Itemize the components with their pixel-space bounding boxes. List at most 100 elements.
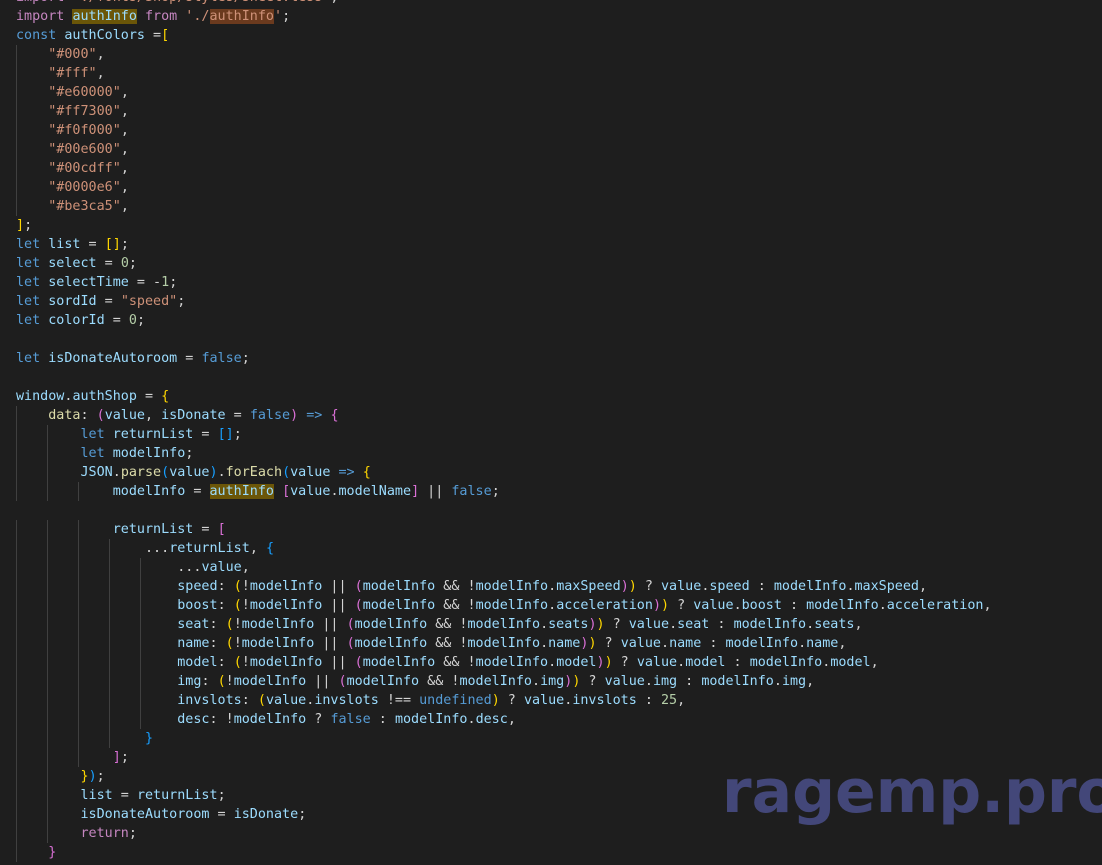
code-line[interactable]: let isDonateAutoroom = false; xyxy=(0,349,1102,368)
code-token: ... xyxy=(16,541,170,556)
code-token: maxSpeed xyxy=(556,579,621,594)
code-line[interactable]: const authColors =[ xyxy=(0,26,1102,45)
code-token: . xyxy=(540,636,549,651)
code-line[interactable]: desc: !modelInfo ? false : modelInfo.des… xyxy=(0,710,1102,729)
code-token: . xyxy=(217,465,226,480)
code-token: model xyxy=(177,655,218,670)
code-token: , xyxy=(838,636,847,651)
code-line[interactable]: model: (!modelInfo || (modelInfo && !mod… xyxy=(0,653,1102,672)
code-line[interactable]: invslots: (value.invslots !== undefined)… xyxy=(0,691,1102,710)
code-line[interactable]: } xyxy=(0,843,1102,862)
code-token: isDonate xyxy=(233,807,299,822)
code-token: authShop xyxy=(72,389,137,404)
code-token: : xyxy=(781,598,807,613)
code-token: modelInfo xyxy=(354,636,428,651)
code-token: => xyxy=(338,465,355,480)
code-token: , xyxy=(96,66,105,81)
code-token: authInfo xyxy=(209,9,274,24)
code-line[interactable]: ]; xyxy=(0,216,1102,235)
code-token: { xyxy=(161,389,170,404)
code-line[interactable]: "#ff7300", xyxy=(0,102,1102,121)
code-token: = xyxy=(193,427,218,442)
code-token: = xyxy=(193,522,218,537)
code-token: "#e60000" xyxy=(48,85,121,100)
code-token: ) xyxy=(588,617,597,632)
code-token: ; xyxy=(120,750,129,765)
code-line[interactable]: data: (value, isDonate = false) => { xyxy=(0,406,1102,425)
code-line[interactable]: let selectTime = -1; xyxy=(0,273,1102,292)
code-line[interactable]: boost: (!modelInfo || (modelInfo && !mod… xyxy=(0,596,1102,615)
code-token: !== xyxy=(378,693,420,708)
code-line[interactable]: speed: (!modelInfo || (modelInfo && !mod… xyxy=(0,577,1102,596)
code-line[interactable]: let select = 0; xyxy=(0,254,1102,273)
code-token: = xyxy=(145,28,162,43)
code-token: let xyxy=(16,275,41,290)
code-token: name xyxy=(669,636,702,651)
code-token: "#00cdff" xyxy=(48,161,121,176)
code-line[interactable]: returnList = [ xyxy=(0,520,1102,539)
code-token: = xyxy=(136,389,162,404)
code-token: 0 xyxy=(128,313,137,328)
code-token: . xyxy=(548,598,557,613)
code-token: , xyxy=(120,161,129,176)
code-token: ( xyxy=(338,674,347,689)
code-token: let xyxy=(16,313,41,328)
code-token: ? xyxy=(499,693,524,708)
code-line[interactable]: ...returnList, { xyxy=(0,539,1102,558)
code-line[interactable]: } xyxy=(0,729,1102,748)
code-token: ' xyxy=(177,9,194,24)
code-token: let xyxy=(80,446,105,461)
code-line[interactable]: JSON.parse(value).forEach(value => { xyxy=(0,463,1102,482)
code-line[interactable]: "#000", xyxy=(0,45,1102,64)
code-token: img xyxy=(540,674,565,689)
code-line[interactable]: modelInfo = authInfo [value.modelName] |… xyxy=(0,482,1102,501)
code-line[interactable]: import './fonts/Shop/styles/sheet.less'; xyxy=(0,0,1102,7)
code-token: ( xyxy=(233,598,242,613)
code-editor[interactable]: import './fonts/Shop/styles/sheet.less';… xyxy=(0,0,1102,862)
code-token: let xyxy=(16,256,41,271)
code-line[interactable]: "#e60000", xyxy=(0,83,1102,102)
code-line[interactable]: seat: (!modelInfo || (modelInfo && !mode… xyxy=(0,615,1102,634)
code-line[interactable]: let list = []; xyxy=(0,235,1102,254)
code-token: model xyxy=(556,655,597,670)
code-token: : xyxy=(241,693,258,708)
code-token: img xyxy=(177,674,202,689)
code-token: [ xyxy=(282,484,291,499)
code-token: , xyxy=(120,199,129,214)
code-line[interactable]: "#0000e6", xyxy=(0,178,1102,197)
code-line[interactable]: name: (!modelInfo || (modelInfo && !mode… xyxy=(0,634,1102,653)
code-line[interactable] xyxy=(0,368,1102,387)
code-line[interactable]: let returnList = []; xyxy=(0,425,1102,444)
code-line[interactable]: "#00cdff", xyxy=(0,159,1102,178)
code-token: ( xyxy=(257,693,266,708)
code-line[interactable]: "#fff", xyxy=(0,64,1102,83)
watermark-text: ragemp.pro xyxy=(722,757,1102,827)
code-token: ( xyxy=(354,655,363,670)
code-line[interactable]: let colorId = 0; xyxy=(0,311,1102,330)
code-token: ( xyxy=(225,636,234,651)
code-line[interactable]: ...value, xyxy=(0,558,1102,577)
code-line[interactable]: let sordId = "speed"; xyxy=(0,292,1102,311)
code-line[interactable]: "#f0f000", xyxy=(0,121,1102,140)
code-token: . xyxy=(112,465,121,480)
code-line[interactable] xyxy=(0,501,1102,520)
code-line[interactable]: import authInfo from './authInfo'; xyxy=(0,7,1102,26)
code-token: modelInfo xyxy=(733,617,807,632)
code-token: speed xyxy=(709,579,750,594)
code-token: ' xyxy=(274,9,283,24)
code-line[interactable]: img: (!modelInfo || (modelInfo && !model… xyxy=(0,672,1102,691)
code-line[interactable]: let modelInfo; xyxy=(0,444,1102,463)
code-line[interactable]: "#be3ca5", xyxy=(0,197,1102,216)
code-line[interactable] xyxy=(0,330,1102,349)
code-line[interactable]: "#00e600", xyxy=(0,140,1102,159)
code-line[interactable]: window.authShop = { xyxy=(0,387,1102,406)
code-token: modelInfo xyxy=(112,446,186,461)
code-token: boost xyxy=(177,598,218,613)
